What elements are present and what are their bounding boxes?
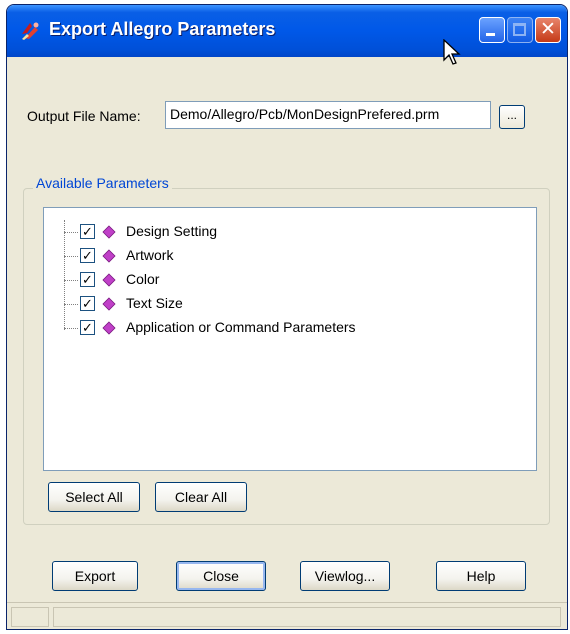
maximize-button: [507, 17, 533, 43]
close-window-button[interactable]: ✕: [535, 17, 561, 43]
tree-connector: [64, 220, 65, 330]
viewlog-button[interactable]: Viewlog...: [300, 561, 390, 591]
allegro-app-icon: [22, 22, 39, 40]
status-pane: [53, 607, 561, 627]
help-button[interactable]: Help: [436, 561, 526, 591]
parameter-icon: [102, 321, 116, 335]
parameter-icon: [102, 249, 116, 263]
browse-button[interactable]: ...: [499, 105, 525, 129]
output-file-label: Output File Name:: [27, 108, 141, 124]
tree-item-label: Color: [126, 271, 160, 287]
window-title: Export Allegro Parameters: [49, 19, 276, 39]
close-button[interactable]: Close: [176, 561, 266, 591]
status-pane: [11, 607, 49, 627]
close-icon: ✕: [540, 19, 556, 40]
minimize-button[interactable]: [479, 17, 505, 43]
export-button[interactable]: Export: [52, 561, 138, 591]
title-bar[interactable]: Export Allegro Parameters ✕: [7, 5, 567, 57]
tree-item-label: Text Size: [126, 295, 183, 311]
clear-all-button[interactable]: Clear All: [155, 482, 247, 512]
parameter-icon: [102, 225, 116, 239]
available-parameters-label: Available Parameters: [33, 175, 172, 191]
status-bar: [7, 602, 567, 629]
mouse-cursor-icon: [443, 39, 461, 65]
minimize-icon: [486, 33, 495, 36]
tree-item-label: Design Setting: [126, 223, 218, 239]
dialog-window: Export Allegro Parameters ✕ Output File …: [6, 4, 568, 630]
application-parameters-checkbox[interactable]: ✓: [80, 320, 95, 335]
parameter-icon: [102, 297, 116, 311]
tree-item-label: Artwork: [126, 247, 174, 263]
parameter-icon: [102, 273, 116, 287]
tree-item-label: Application or Command Parameters: [126, 319, 356, 335]
artwork-checkbox[interactable]: ✓: [80, 248, 95, 263]
text-size-checkbox[interactable]: ✓: [80, 296, 95, 311]
maximize-icon: [513, 23, 526, 36]
select-all-button[interactable]: Select All: [48, 482, 140, 512]
design-setting-checkbox[interactable]: ✓: [80, 224, 95, 239]
color-checkbox[interactable]: ✓: [80, 272, 95, 287]
parameters-tree[interactable]: ✓ Design Setting ✓ Artwork ✓ Color ✓ Tex…: [43, 207, 537, 471]
output-file-input[interactable]: Demo/Allegro/Pcb/MonDesignPrefered.prm: [165, 101, 491, 129]
